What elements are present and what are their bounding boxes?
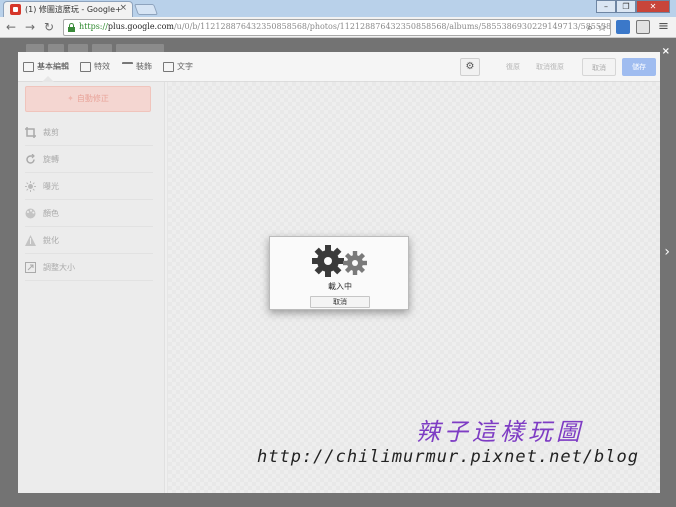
loading-text: 載入中 bbox=[328, 282, 352, 291]
tool-rotate[interactable]: 旋轉 bbox=[25, 147, 153, 173]
reload-icon[interactable]: ↻ bbox=[44, 20, 54, 34]
tab-text[interactable]: 文字 bbox=[163, 60, 193, 74]
loading-dialog: 載入中 取消 bbox=[269, 236, 409, 310]
browser-tab[interactable]: (1) 修圖這麼玩 - Google+ × bbox=[3, 1, 133, 17]
sharpen-icon bbox=[25, 235, 36, 246]
crop-icon bbox=[25, 127, 36, 138]
image-icon bbox=[23, 62, 34, 72]
watermark-url: http://chilimurmur.pixnet.net/blog bbox=[257, 447, 639, 467]
tab-decorations[interactable]: 裝飾 bbox=[122, 60, 152, 74]
text-icon bbox=[163, 62, 174, 72]
tab-title: (1) 修圖這麼玩 - Google+ bbox=[25, 5, 122, 14]
bookmark-star-icon[interactable]: ☆ bbox=[597, 21, 607, 34]
tab-effects[interactable]: 特效 bbox=[80, 60, 110, 74]
search-icon[interactable]: ⌕ bbox=[587, 21, 593, 35]
decoration-icon bbox=[122, 62, 133, 72]
loading-gears-icon bbox=[312, 245, 367, 277]
resize-icon bbox=[25, 262, 36, 273]
exposure-icon bbox=[25, 181, 36, 192]
window-controls: – ❐ ✕ bbox=[596, 0, 670, 13]
undo-button[interactable]: 復原 bbox=[500, 58, 526, 76]
new-tab-button[interactable] bbox=[133, 4, 159, 15]
editor-toolbar: 基本編輯 特效 裝飾 文字 ⚙ 復原 取消復原 取消 儲存 bbox=[18, 52, 660, 82]
lock-icon bbox=[68, 23, 75, 32]
close-lightbox-icon[interactable]: × bbox=[662, 46, 670, 57]
watermark-title: 辣子這樣玩圖 bbox=[416, 418, 584, 446]
tool-exposure[interactable]: 曝光 bbox=[25, 174, 153, 200]
forward-arrow-icon[interactable]: → bbox=[25, 20, 35, 34]
window-close-button[interactable]: ✕ bbox=[636, 0, 670, 13]
next-photo-chevron-icon[interactable]: › bbox=[664, 244, 670, 260]
color-palette-icon bbox=[25, 208, 36, 219]
tab-close-icon[interactable]: × bbox=[119, 3, 127, 13]
photo-canvas[interactable] bbox=[168, 82, 660, 493]
loading-cancel-button[interactable]: 取消 bbox=[310, 296, 370, 308]
google-plus-favicon-icon bbox=[10, 4, 21, 15]
minimize-button[interactable]: – bbox=[596, 0, 616, 13]
tool-sharpen[interactable]: 銳化 bbox=[25, 228, 153, 254]
browser-toolbar: ← → ↻ https://plus.google.com/u/0/b/1121… bbox=[0, 17, 676, 38]
extension-photo-icon[interactable] bbox=[616, 20, 630, 34]
tool-resize[interactable]: 調整大小 bbox=[25, 255, 153, 281]
effects-icon bbox=[80, 62, 91, 72]
url-text: https://plus.google.com/u/0/b/1121288764… bbox=[79, 22, 611, 31]
settings-gear-button[interactable]: ⚙ bbox=[460, 58, 480, 76]
browser-menu-icon[interactable]: ≡ bbox=[658, 19, 669, 34]
extension-camera-icon[interactable] bbox=[636, 20, 650, 34]
tab-basic-edit[interactable]: 基本編輯 bbox=[23, 60, 69, 74]
cancel-button[interactable]: 取消 bbox=[582, 58, 616, 76]
back-arrow-icon[interactable]: ← bbox=[6, 20, 16, 34]
redo-button[interactable]: 取消復原 bbox=[532, 58, 568, 76]
browser-titlebar: (1) 修圖這麼玩 - Google+ × – ❐ ✕ bbox=[0, 0, 676, 17]
restore-button[interactable]: ❐ bbox=[616, 0, 636, 13]
save-button[interactable]: 儲存 bbox=[622, 58, 656, 76]
editor-sidebar: ✦ 自動修正 裁剪 旋轉 曝光 顏色 銳化 調整大小 bbox=[18, 82, 165, 493]
auto-fix-button[interactable]: ✦ 自動修正 bbox=[25, 86, 151, 112]
address-bar[interactable]: https://plus.google.com/u/0/b/1121288764… bbox=[63, 19, 611, 36]
sparkle-icon: ✦ bbox=[67, 94, 74, 103]
rotate-icon bbox=[26, 154, 35, 164]
tool-color[interactable]: 顏色 bbox=[25, 201, 153, 227]
tool-crop[interactable]: 裁剪 bbox=[25, 120, 153, 146]
